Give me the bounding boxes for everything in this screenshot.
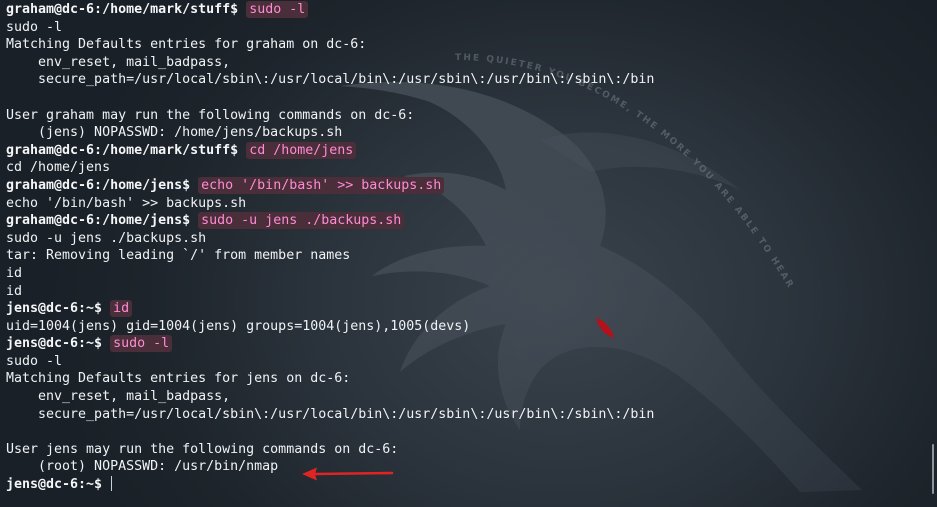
terminal-line: echo '/bin/bash' >> backups.sh	[6, 195, 654, 213]
terminal-line: env_reset, mail_badpass,	[6, 54, 654, 72]
output-text: (root) NOPASSWD: /usr/bin/nmap	[6, 459, 279, 475]
terminal-line: User jens may run the following commands…	[6, 441, 654, 459]
terminal-line: jens@dc-6:~$ id	[6, 300, 654, 318]
terminal-line: secure_path=/usr/local/sbin\:/usr/local/…	[6, 406, 654, 424]
terminal-line: graham@dc-6:/home/mark/stuff$ sudo -l	[6, 1, 654, 19]
typed-command: id	[110, 300, 133, 318]
output-text: User jens may run the following commands…	[6, 441, 399, 457]
terminal-line: secure_path=/usr/local/sbin\:/usr/local/…	[6, 71, 654, 89]
output-text: echo '/bin/bash' >> backups.sh	[6, 195, 247, 211]
terminal-line: sudo -u jens ./backups.sh	[6, 230, 654, 248]
output-text: id	[6, 283, 23, 299]
output-text: sudo -l	[6, 19, 63, 35]
terminal-line: Matching Defaults entries for jens on dc…	[6, 370, 654, 388]
output-text: sudo -l	[6, 353, 63, 369]
terminal-line: (jens) NOPASSWD: /home/jens/backups.sh	[6, 124, 654, 142]
output-text: cd /home/jens	[6, 160, 111, 176]
output-text: Matching Defaults entries for jens on dc…	[6, 371, 351, 387]
shell-prompt: graham@dc-6:/home/mark/stuff$	[6, 142, 239, 158]
terminal-line: cd /home/jens	[6, 159, 654, 177]
terminal-line: tar: Removing leading `/' from member na…	[6, 247, 654, 265]
typed-command: sudo -l	[110, 335, 173, 353]
output-text: Matching Defaults entries for graham on …	[6, 37, 367, 53]
output-text: env_reset, mail_badpass,	[6, 54, 231, 70]
terminal-line: jens@dc-6:~$ sudo -l	[6, 335, 654, 353]
output-text: secure_path=/usr/local/sbin\:/usr/local/…	[6, 406, 655, 422]
terminal-line: graham@dc-6:/home/mark/stuff$ cd /home/j…	[6, 141, 654, 160]
red-annotation-arrow-icon	[302, 467, 394, 481]
output-text: tar: Removing leading `/' from member na…	[6, 248, 351, 264]
terminal-line: User graham may run the following comman…	[6, 107, 654, 125]
terminal-line: Matching Defaults entries for graham on …	[6, 36, 654, 54]
output-text: uid=1004(jens) gid=1004(jens) groups=100…	[6, 318, 471, 334]
terminal-line: graham@dc-6:/home/jens$ echo '/bin/bash'…	[6, 176, 654, 195]
terminal-window[interactable]: THE QUIETER YOU BECOME, THE MORE YOU ARE…	[0, 0, 937, 507]
terminal-line: sudo -l	[6, 353, 654, 371]
typed-command: cd /home/jens	[246, 141, 357, 159]
terminal-line: env_reset, mail_badpass,	[6, 388, 654, 406]
output-text: env_reset, mail_badpass,	[6, 389, 231, 405]
typed-command: sudo -l	[246, 1, 309, 18]
terminal-line: graham@dc-6:/home/jens$ sudo -u jens ./b…	[6, 212, 654, 230]
terminal-scrollbar[interactable]	[932, 444, 934, 494]
shell-prompt: graham@dc-6:/home/mark/stuff$	[6, 2, 239, 17]
terminal-line: id	[6, 283, 654, 301]
shell-prompt: graham@dc-6:/home/jens$	[6, 213, 191, 229]
terminal-output: graham@dc-6:/home/mark/stuff$ sudo -l sud…	[6, 1, 654, 494]
terminal-line: id	[6, 265, 654, 283]
typed-command: sudo -u jens ./backups.sh	[198, 212, 405, 230]
output-text: User graham may run the following comman…	[6, 107, 415, 123]
terminal-line: sudo -l	[6, 19, 654, 37]
output-text: (jens) NOPASSWD: /home/jens/backups.sh	[6, 125, 343, 141]
output-text: id	[6, 265, 23, 281]
shell-prompt: jens@dc-6:~$	[6, 477, 103, 493]
output-text: sudo -u jens ./backups.sh	[6, 230, 207, 246]
typed-command: echo '/bin/bash' >> backups.sh	[198, 176, 445, 194]
shell-prompt: jens@dc-6:~$	[6, 336, 103, 352]
shell-prompt: jens@dc-6:~$	[6, 301, 103, 317]
output-text: secure_path=/usr/local/sbin\:/usr/local/…	[6, 72, 655, 88]
text-cursor[interactable]	[111, 476, 113, 492]
terminal-line: uid=1004(jens) gid=1004(jens) groups=100…	[6, 318, 654, 336]
shell-prompt: graham@dc-6:/home/jens$	[6, 177, 191, 193]
